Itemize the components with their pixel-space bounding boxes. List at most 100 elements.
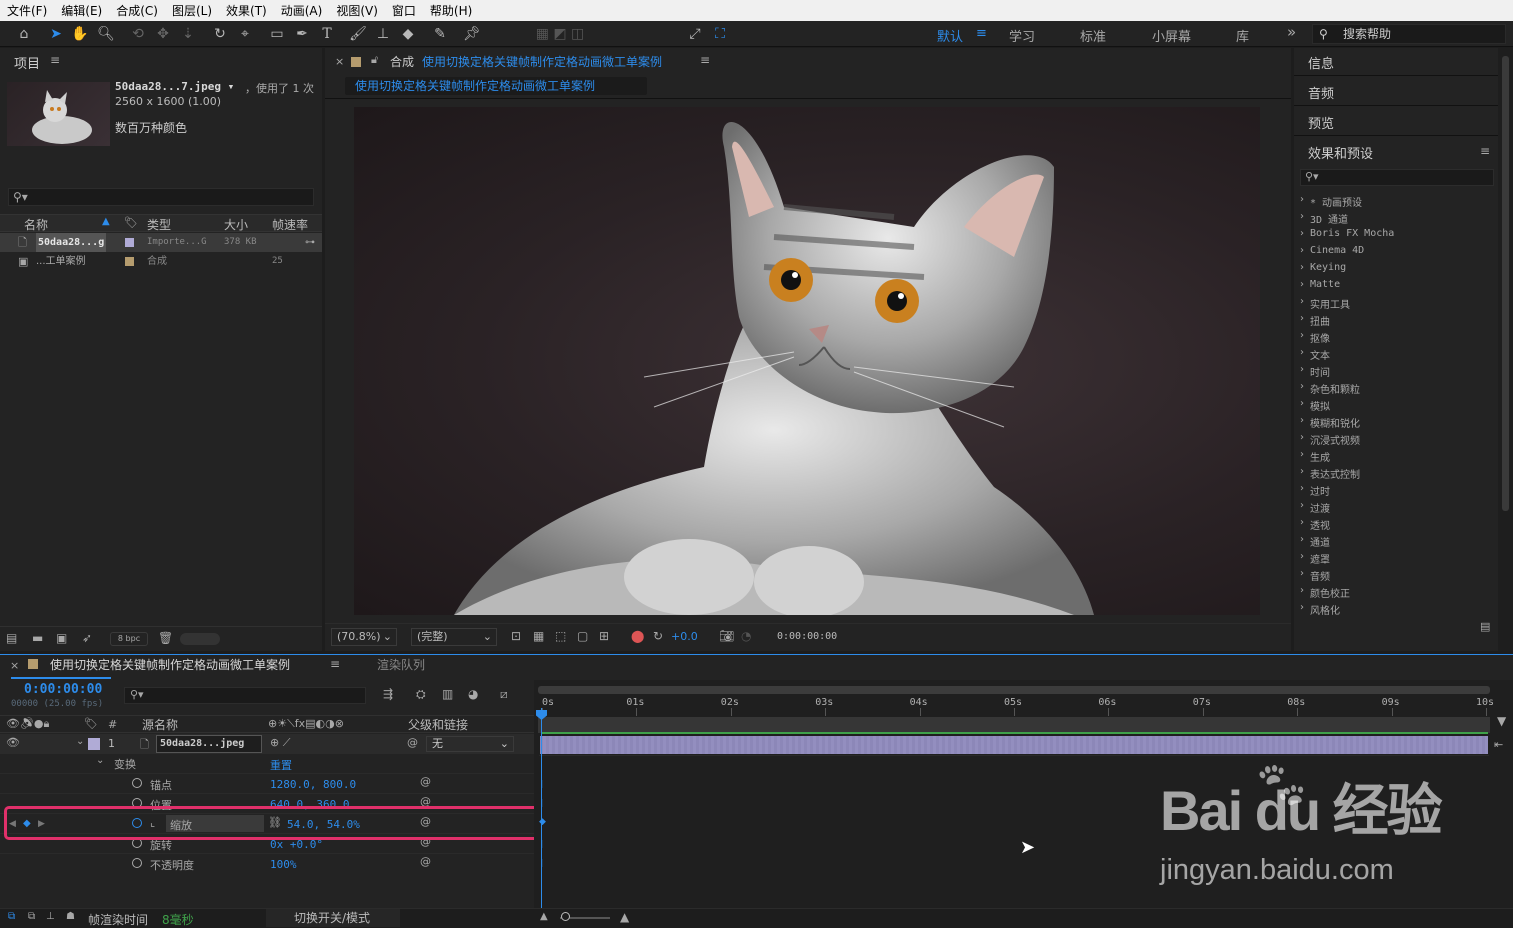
menu-window[interactable]: 窗口	[385, 2, 423, 19]
layer-switch-icons[interactable]: ⊕ ⟋	[270, 736, 290, 750]
more-workspaces-icon[interactable]: »	[1287, 23, 1296, 41]
label-tag-icon[interactable]: 🏷︎	[124, 216, 138, 229]
switches-header-icons[interactable]: ⊕☀⟍fx▤◐◑⊗	[268, 717, 344, 731]
effects-category-item[interactable]: › 3D 通道	[1298, 209, 1498, 226]
pickwhip-icon[interactable]: @	[407, 736, 418, 749]
effects-search-input[interactable]: ⚲▾	[1300, 169, 1494, 186]
workspace-learn[interactable]: 学习	[1009, 26, 1035, 45]
workspace-menu-icon[interactable]: ≡	[976, 26, 987, 41]
effects-category-item[interactable]: › 过渡	[1298, 498, 1498, 515]
property-row[interactable]: 锚点 1280.0, 800.0 @	[0, 773, 534, 793]
menu-animation[interactable]: 动画(A)	[274, 2, 330, 19]
effects-presets-title[interactable]: 效果和预设	[1308, 143, 1373, 162]
effects-category-item[interactable]: › Keying	[1298, 260, 1498, 277]
puppet-pin-icon[interactable]: 📌︎	[462, 25, 482, 43]
snap-options-icon[interactable]: ▦ ◩ ◫	[530, 25, 590, 43]
preview-panel-tab[interactable]: 预览	[1308, 113, 1334, 132]
work-area-range[interactable]	[538, 717, 1490, 733]
render-time-icon[interactable]: ☗	[66, 911, 75, 922]
effects-category-item[interactable]: › 过时	[1298, 481, 1498, 498]
dolly-tool-icon[interactable]: ⇣	[178, 25, 198, 43]
comp-view-tab[interactable]: 使用切换定格关键帧制作定格动画微工单案例	[345, 77, 647, 95]
chevron-down-icon[interactable]: ⌄	[76, 736, 84, 747]
scrollbar-track[interactable]	[1498, 48, 1513, 651]
search-help-input[interactable]: ⚲ 搜索帮助	[1312, 24, 1506, 44]
effects-category-item[interactable]: › 实用工具	[1298, 294, 1498, 311]
chevron-down-icon[interactable]: ⌄	[96, 755, 104, 766]
effects-category-item[interactable]: › 沉浸式视频	[1298, 430, 1498, 447]
bpc-toggle[interactable]: 8 bpc	[110, 632, 148, 646]
roto-brush-icon[interactable]: ✎	[430, 25, 450, 43]
timeline-comp-tab[interactable]: 使用切换定格关键帧制作定格动画微工单案例	[50, 656, 290, 673]
render-queue-tab[interactable]: 渲染队列	[377, 656, 425, 673]
workspace-small-screen[interactable]: 小屏幕	[1152, 26, 1191, 45]
in-out-icon[interactable]: ⊥	[46, 911, 55, 922]
effects-category-item[interactable]: › 生成	[1298, 447, 1498, 464]
anchor-tool-icon[interactable]: ⌖	[235, 25, 255, 43]
pen-tool-icon[interactable]: ✒	[292, 25, 312, 43]
panel-menu-icon[interactable]: ≡	[50, 53, 60, 67]
work-area-bar[interactable]	[538, 686, 1490, 694]
magnification-select[interactable]: (70.8%) ⌄	[331, 628, 397, 646]
comp-mini-flowchart-icon[interactable]: ⇶	[383, 687, 393, 701]
pan-tool-icon[interactable]: ✥	[153, 25, 173, 43]
playhead-line[interactable]	[541, 708, 542, 912]
clone-stamp-icon[interactable]: ⊥	[373, 25, 393, 43]
home-icon[interactable]: ⌂	[14, 25, 34, 43]
property-value[interactable]: 1280.0, 800.0	[270, 778, 356, 791]
column-size[interactable]: 大小	[224, 216, 248, 233]
info-panel-tab[interactable]: 信息	[1308, 53, 1334, 72]
project-file-name[interactable]: 50daa28...7.jpeg ▾	[115, 80, 234, 93]
close-tab-icon[interactable]: ×	[10, 659, 19, 672]
snap-edge-icon[interactable]: ⤢	[685, 25, 705, 43]
effects-category-item[interactable]: › 扭曲	[1298, 311, 1498, 328]
current-time-display[interactable]: 0:00:00:00	[771, 628, 841, 646]
zoom-tool-icon[interactable]: 🔍︎	[96, 25, 116, 43]
brush-tool-icon[interactable]: 🖌︎	[348, 25, 368, 43]
layer-switches-icon[interactable]: ⧉	[8, 911, 15, 922]
property-value[interactable]: 100%	[270, 858, 297, 871]
stopwatch-icon[interactable]	[132, 778, 142, 788]
lock-icon[interactable]: 🔓︎	[371, 53, 378, 67]
workspace-default[interactable]: 默认	[937, 26, 963, 45]
layer-name[interactable]: 50daa28...jpeg	[156, 735, 262, 753]
trash-icon[interactable]: 🗑︎	[158, 631, 173, 645]
layer-row[interactable]: 👁︎ ⌄ 1 🗋 50daa28...jpeg ⊕ ⟋ @ 无 ⌄	[0, 734, 534, 754]
av-features-icon[interactable]: 👁︎🔊︎●🔒︎	[6, 717, 49, 731]
transfer-controls-icon[interactable]: ⧉	[28, 911, 35, 922]
render-rocket-icon[interactable]: ➶	[82, 631, 92, 645]
effects-category-item[interactable]: › 透视	[1298, 515, 1498, 532]
effects-category-item[interactable]: › Cinema 4D	[1298, 243, 1498, 260]
layer-duration-bar[interactable]	[540, 736, 1488, 754]
column-name[interactable]: 名称	[24, 216, 48, 233]
effects-category-item[interactable]: › 抠像	[1298, 328, 1498, 345]
zoom-slider-thumb[interactable]	[561, 912, 570, 921]
menu-edit[interactable]: 编辑(E)	[54, 2, 109, 19]
rectangle-tool-icon[interactable]: ▭	[267, 25, 287, 43]
transform-group-label[interactable]: 变换	[114, 756, 136, 772]
parent-link-header[interactable]: 父级和链接	[408, 716, 468, 733]
project-row[interactable]: 🗋 50daa28...g Importe...G 378 KB ⊶	[0, 233, 322, 252]
timeline-search-input[interactable]: ⚲▾	[124, 687, 366, 704]
label-tag-icon[interactable]: 🏷︎	[84, 717, 98, 730]
composition-canvas[interactable]	[354, 107, 1260, 615]
show-snapshot-icon[interactable]: ◔	[741, 629, 751, 643]
expression-pickwhip-icon[interactable]: @	[420, 855, 431, 868]
new-preset-icon[interactable]: ▤	[1480, 620, 1490, 633]
menu-file[interactable]: 文件(F)	[0, 2, 54, 19]
project-row[interactable]: ▣ ...工单案例 合成 25	[0, 252, 322, 271]
rotate-tool-icon[interactable]: ↻	[210, 25, 230, 43]
reset-exposure-icon[interactable]: ↻	[653, 629, 663, 643]
effects-category-item[interactable]: › 遮罩	[1298, 549, 1498, 566]
thumbnail-slider[interactable]	[180, 633, 220, 645]
flowchart-icon[interactable]: ⊶	[305, 233, 315, 252]
text-tool-icon[interactable]: T	[317, 25, 337, 43]
zoom-in-icon[interactable]: ▲	[620, 910, 629, 924]
effects-category-item[interactable]: › 音频	[1298, 566, 1498, 583]
snap-features-icon[interactable]: ⛶	[710, 25, 730, 43]
label-color-swatch[interactable]	[125, 238, 134, 247]
scrollbar-thumb[interactable]	[1502, 56, 1509, 511]
fast-previews-icon[interactable]: ⊡	[511, 629, 521, 643]
effects-category-item[interactable]: › 杂色和颗粒	[1298, 379, 1498, 396]
comp-name-title[interactable]: 使用切换定格关键帧制作定格动画微工单案例	[422, 53, 662, 70]
